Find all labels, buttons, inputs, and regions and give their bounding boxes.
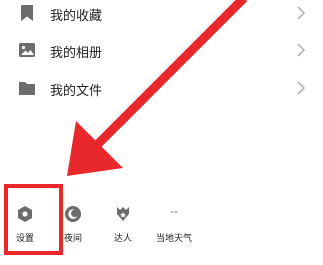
folder-icon — [19, 82, 35, 95]
local-weather-button[interactable]: -- 当地天气 — [149, 195, 199, 257]
bookmark-icon — [21, 5, 33, 21]
menu-item-label: 我的文件 — [50, 84, 103, 99]
weather-placeholder-icon: -- — [170, 205, 178, 218]
chevron-right-icon — [297, 43, 306, 57]
menu-item-files[interactable]: 我的文件 — [0, 71, 323, 107]
moon-icon — [65, 206, 81, 222]
image-icon — [19, 43, 35, 57]
badge-icon — [117, 207, 129, 221]
menu-item-label: 我的收藏 — [50, 9, 103, 24]
expert-label: 达人 — [113, 234, 132, 244]
local-weather-label: 当地天气 — [155, 234, 192, 244]
menu-item-favorites[interactable]: 我的收藏 — [0, 0, 323, 32]
menu-item-album[interactable]: 我的相册 — [0, 33, 323, 69]
chevron-right-icon — [297, 6, 306, 20]
menu-item-label: 我的相册 — [50, 46, 103, 61]
annotation-highlight-box — [4, 184, 63, 255]
chevron-right-icon — [297, 81, 306, 95]
expert-button[interactable]: 达人 — [98, 195, 148, 257]
